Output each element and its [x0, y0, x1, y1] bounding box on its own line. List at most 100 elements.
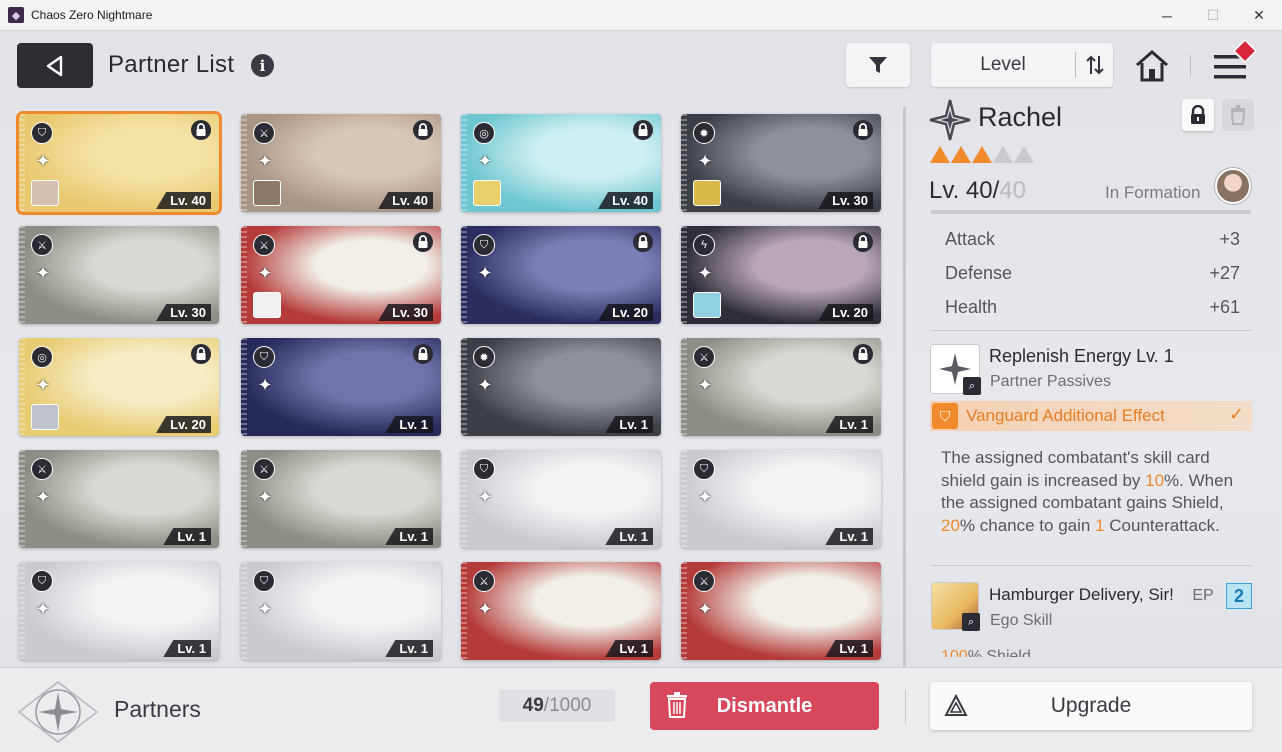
back-button[interactable]	[17, 43, 93, 88]
card-rail	[681, 226, 687, 324]
partner-card[interactable]: ⚔ ✦ Lv. 30	[241, 226, 441, 324]
partner-card[interactable]: ✹ ✦ Lv. 1	[461, 338, 661, 436]
app-icon: ◆	[8, 7, 24, 23]
role-star-icon: ✦	[35, 486, 51, 507]
lock-toggle[interactable]	[1182, 99, 1214, 131]
checkmark-icon: ✓	[1228, 404, 1244, 424]
info-icon[interactable]: i	[251, 54, 274, 77]
role-star-icon: ✦	[477, 262, 493, 283]
assigned-combatant-thumbnail	[253, 292, 281, 318]
partner-card[interactable]: ⚔ ✦ Lv. 1	[681, 562, 881, 660]
grid-scrollbar[interactable]	[903, 107, 906, 667]
crossed-swords-icon: ⚔	[473, 570, 495, 592]
footer-title: Partners	[114, 696, 201, 722]
partners-emblem-icon	[17, 681, 99, 743]
lock-icon	[853, 232, 873, 252]
crossed-swords-icon: ⚔	[253, 458, 275, 480]
card-rail	[461, 226, 467, 324]
partner-card[interactable]: ⚔ ✦ Lv. 1	[241, 450, 441, 548]
role-star-icon: ✦	[257, 150, 273, 171]
vanguard-shield-icon: ⛉	[932, 403, 958, 429]
card-rail	[681, 562, 687, 660]
role-star-icon: ✦	[697, 262, 713, 283]
formation-avatar[interactable]	[1215, 168, 1251, 204]
close-button[interactable]: ✕	[1236, 0, 1282, 31]
partner-card[interactable]: ϟ ✦ Lv. 20	[681, 226, 881, 324]
role-star-icon: ✦	[477, 486, 493, 507]
ep-label: EP	[1184, 583, 1222, 609]
card-rail	[241, 562, 247, 660]
stat-label: Attack	[945, 228, 996, 249]
dismantle-button[interactable]: Dismantle	[650, 682, 879, 730]
role-star-icon: ✦	[477, 374, 493, 395]
role-star-icon: ✦	[697, 374, 713, 395]
lock-icon	[191, 344, 211, 364]
desc-value-1: 10	[1145, 470, 1165, 490]
card-rail	[241, 338, 247, 436]
level-max: 40	[999, 177, 1026, 204]
role-star-icon: ✦	[697, 598, 713, 619]
partner-card[interactable]: ⚔ ✦ Lv. 1	[19, 450, 219, 548]
sort-divider	[1075, 52, 1076, 78]
window-titlebar: ◆ Chaos Zero Nightmare ─ ☐ ✕	[0, 0, 1282, 31]
upgrade-label: Upgrade	[1050, 694, 1132, 717]
assigned-combatant-thumbnail	[253, 180, 281, 206]
ego-skill-icon[interactable]: ⌕	[931, 582, 980, 631]
count-current: 49	[522, 695, 544, 716]
desc-text-4: Counterattack.	[1104, 515, 1220, 535]
sort-order-icon	[1086, 55, 1104, 75]
dismantle-label: Dismantle	[716, 694, 813, 717]
partner-card[interactable]: ✹ ✦ Lv. 30	[681, 114, 881, 212]
game-viewport: Partner List i Level ⛉ ✦ Lv. 40 ⚔ ✦ Lv. 40 ◎ ✦ L…	[0, 31, 1282, 752]
passive-skill-type: Partner Passives	[990, 373, 1111, 390]
partner-card[interactable]: ⛉ ✦ Lv. 1	[681, 450, 881, 548]
partner-card[interactable]: ⚔ ✦ Lv. 40	[241, 114, 441, 212]
count-total: 1000	[549, 695, 592, 716]
sort-order-toggle[interactable]	[1077, 43, 1113, 87]
sort-control: Level	[931, 43, 1113, 87]
maximize-button[interactable]: ☐	[1190, 0, 1236, 31]
footer-bar: Partners 49 / 1000 Dismantle Upgrade	[0, 667, 1282, 752]
sort-dropdown[interactable]: Level	[931, 43, 1075, 87]
page-title: Partner List	[108, 51, 235, 78]
trash-icon	[1230, 105, 1246, 125]
role-star-icon: ✦	[257, 374, 273, 395]
role-star-icon: ✦	[697, 486, 713, 507]
partner-card[interactable]: ⛉ ✦ Lv. 20	[461, 226, 661, 324]
passive-skill-icon[interactable]: ⌕	[930, 344, 981, 395]
card-rail	[461, 338, 467, 436]
shield-icon: ⛉	[253, 346, 275, 368]
card-rail	[241, 114, 247, 212]
assigned-combatant-thumbnail	[31, 180, 59, 206]
partner-card[interactable]: ⚔ ✦ Lv. 1	[681, 338, 881, 436]
partner-name: Rachel	[978, 102, 1063, 132]
back-arrow-icon	[46, 55, 63, 76]
card-rail	[461, 562, 467, 660]
role-star-icon: ✦	[35, 374, 51, 395]
desc-value-2: 20	[941, 515, 960, 535]
delete-button[interactable]	[1222, 99, 1254, 131]
partner-card[interactable]: ⛉ ✦ Lv. 1	[461, 450, 661, 548]
star-empty-icon	[1014, 146, 1034, 163]
desc-text-3: % chance to gain	[959, 515, 1096, 535]
shield-label: % Shield	[967, 648, 1031, 657]
home-icon[interactable]	[1133, 48, 1171, 84]
partner-card[interactable]: ⛉ ✦ Lv. 1	[241, 338, 441, 436]
partner-card[interactable]: ◎ ✦ Lv. 20	[19, 338, 219, 436]
upgrade-button[interactable]: Upgrade	[930, 682, 1252, 730]
stat-row: Defense +27	[930, 256, 1252, 290]
partner-card[interactable]: ⛉ ✦ Lv. 1	[241, 562, 441, 660]
partner-card[interactable]: ⚔ ✦ Lv. 1	[461, 562, 661, 660]
minimize-button[interactable]: ─	[1144, 0, 1190, 31]
card-rail	[681, 450, 687, 548]
stat-label: Defense	[945, 262, 1013, 283]
shield-icon: ⛉	[31, 122, 53, 144]
partner-card[interactable]: ⚔ ✦ Lv. 30	[19, 226, 219, 324]
filter-button[interactable]	[846, 43, 910, 87]
partner-card[interactable]: ⛉ ✦ Lv. 1	[19, 562, 219, 660]
partner-card[interactable]: ◎ ✦ Lv. 40	[461, 114, 661, 212]
crossed-swords-icon: ⚔	[253, 122, 275, 144]
partner-card[interactable]: ⛉ ✦ Lv. 40	[16, 111, 222, 215]
stat-value: +3	[1219, 228, 1240, 249]
description-divider	[930, 565, 1252, 566]
